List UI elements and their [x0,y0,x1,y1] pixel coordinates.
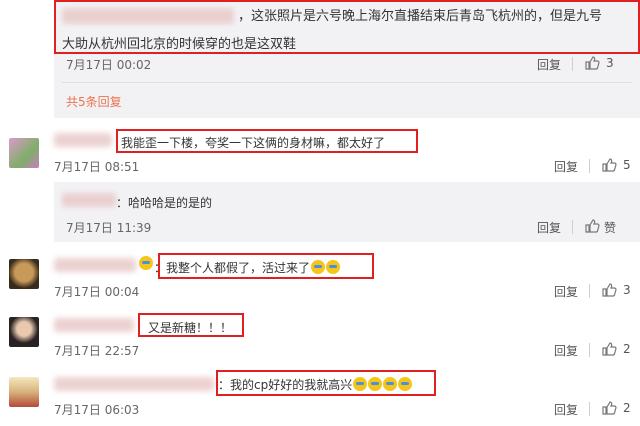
divider [572,57,573,71]
divider [589,402,590,416]
badge-icon [139,256,153,270]
blurred-username [54,133,112,147]
highlight-box [216,370,436,396]
avatar[interactable] [9,377,39,407]
reply-button[interactable]: 回复 [537,219,561,236]
divider [589,159,590,173]
divider [589,284,590,298]
blurred-username [54,258,136,272]
like-count: 5 [623,158,631,172]
reply-button[interactable]: 回复 [554,158,578,175]
comment-time: 7月17日 08:51 [54,160,140,174]
divider [589,343,590,357]
comment-time: 7月17日 06:03 [54,403,140,417]
sub-reply-time: 7月17日 11:39 [66,221,152,235]
like-count: 3 [606,56,614,70]
like-icon[interactable] [601,157,617,173]
divider [572,220,573,234]
highlight-box [158,253,374,279]
like-label[interactable]: 赞 [604,219,616,236]
avatar[interactable] [9,317,39,347]
like-icon[interactable] [584,55,600,71]
blurred-username [54,377,214,391]
comment-time: 7月17日 22:57 [54,344,140,358]
reply-button[interactable]: 回复 [554,401,578,418]
highlight-box [138,313,244,337]
blurred-username [54,318,134,332]
like-count: 2 [623,342,631,356]
divider [62,82,632,83]
like-icon[interactable] [601,341,617,357]
avatar[interactable] [9,259,39,289]
avatar[interactable] [9,138,39,168]
like-icon[interactable] [601,282,617,298]
reply-button[interactable]: 回复 [537,56,561,73]
comment-time: 7月17日 00:04 [54,285,140,299]
like-icon[interactable] [584,218,600,234]
like-count: 3 [623,283,631,297]
highlight-box [54,0,640,54]
reply-button[interactable]: 回复 [554,342,578,359]
like-count: 2 [623,401,631,415]
blurred-username [62,193,116,207]
reply-time: 7月17日 00:02 [66,58,152,72]
reply-button[interactable]: 回复 [554,283,578,300]
sub-reply-text: ：哈哈哈是的是的 [116,196,213,210]
more-replies-link[interactable]: 共5条回复 [66,93,122,110]
like-icon[interactable] [601,400,617,416]
highlight-box [116,129,418,153]
